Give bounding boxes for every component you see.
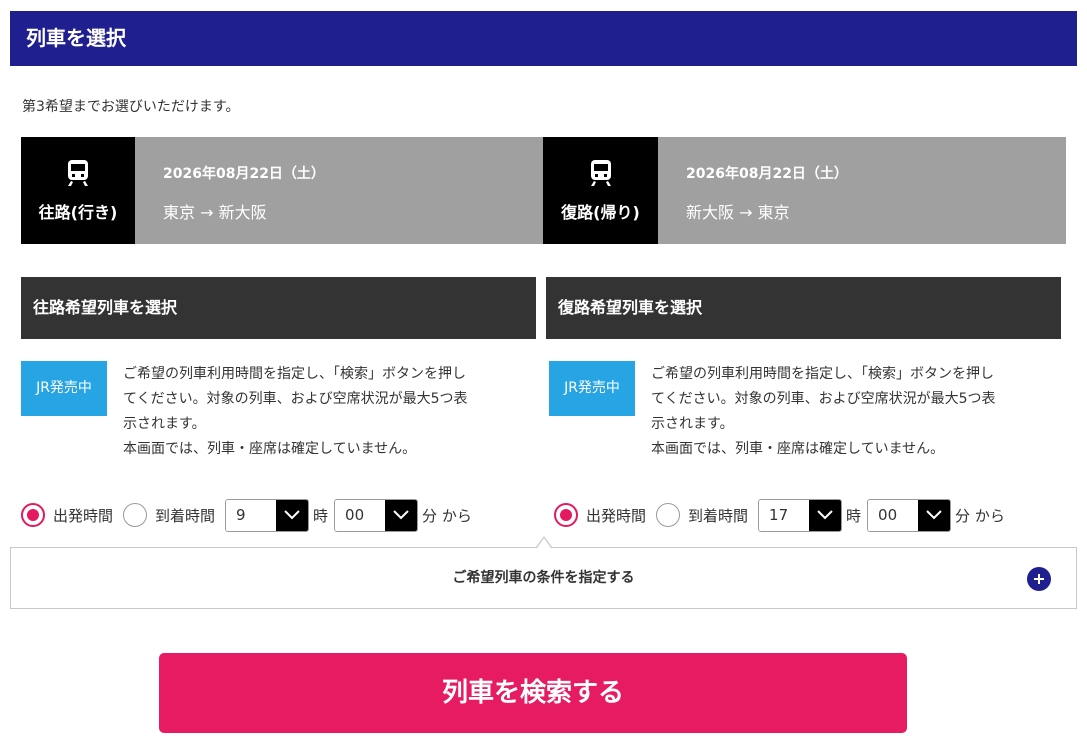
- return-depart-radio[interactable]: [554, 503, 578, 527]
- outbound-minute-value: 00: [335, 499, 386, 531]
- return-section-title: 復路希望列車を選択: [546, 277, 1061, 339]
- outbound-description: ご希望の列車利用時間を指定し、「検索」ボタンを押し てください。対象の列車、およ…: [123, 362, 515, 462]
- outbound-arrive-label[interactable]: 到着時間: [155, 505, 215, 526]
- description-line: 示されます。: [123, 416, 206, 432]
- return-date: 2026年08月22日（土）: [686, 166, 848, 182]
- outbound-route: 東京 → 新大阪: [163, 203, 267, 222]
- outbound-minute-unit: 分 から: [422, 506, 472, 525]
- outbound-section-title: 往路希望列車を選択: [21, 277, 536, 339]
- description-line: てください。対象の列車、および空席状況が最大5つ表: [651, 391, 996, 407]
- outbound-hour-select[interactable]: 9: [225, 498, 310, 532]
- outbound-minute-select[interactable]: 00: [334, 498, 419, 532]
- return-arrive-radio[interactable]: [656, 503, 681, 527]
- outbound-badge-label: 往路(行き): [38, 202, 118, 222]
- return-badge: 復路(帰り): [543, 137, 658, 244]
- train-icon: [589, 159, 613, 191]
- outbound-info: 2026年08月22日（土） 東京 → 新大阪: [135, 137, 543, 244]
- description-line: ご希望の列車利用時間を指定し、「検索」ボタンを押し: [651, 366, 994, 382]
- outbound-time-row: 出発時間 到着時間 9 時 00 分 から: [21, 498, 478, 532]
- return-minute-value: 00: [868, 499, 919, 531]
- notch-indicator-fill: [537, 538, 551, 548]
- outbound-depart-label[interactable]: 出発時間: [53, 505, 113, 526]
- outbound-date: 2026年08月22日（土）: [163, 166, 325, 182]
- search-trains-button[interactable]: 列車を検索する: [159, 653, 907, 733]
- return-minute-select[interactable]: 00: [867, 498, 952, 532]
- outbound-badge: 往路(行き): [21, 137, 135, 244]
- return-hour-select[interactable]: 17: [758, 498, 843, 532]
- return-badge-label: 復路(帰り): [561, 202, 640, 222]
- outbound-hour-unit: 時: [313, 506, 329, 525]
- return-trip-card: 復路(帰り) 2026年08月22日（土） 新大阪 → 東京: [543, 137, 1066, 244]
- return-minute-unit: 分 から: [955, 506, 1005, 525]
- conditions-expander[interactable]: ご希望列車の条件を指定する: [10, 547, 1077, 609]
- chevron-down-icon[interactable]: [918, 499, 951, 531]
- description-line: てください。対象の列車、および空席状況が最大5つ表: [123, 391, 468, 407]
- return-info: 2026年08月22日（土） 新大阪 → 東京: [658, 137, 1066, 244]
- train-icon: [66, 159, 90, 191]
- return-hour-value: 17: [759, 499, 810, 531]
- chevron-down-icon[interactable]: [276, 499, 309, 531]
- return-hour-unit: 時: [846, 506, 862, 525]
- return-time-row: 出発時間 到着時間 17 時 00 分 から: [554, 498, 1011, 532]
- outbound-depart-radio[interactable]: [21, 503, 45, 527]
- return-arrive-label[interactable]: 到着時間: [688, 505, 748, 526]
- return-route: 新大阪 → 東京: [686, 203, 790, 222]
- outbound-trip-card: 往路(行き) 2026年08月22日（土） 東京 → 新大阪: [21, 137, 543, 244]
- return-depart-label[interactable]: 出発時間: [586, 505, 646, 526]
- intro-text: 第3希望までお選びいただけます。: [22, 99, 240, 115]
- outbound-jr-badge: JR発売中: [21, 361, 107, 416]
- description-line: 本画面では、列車・座席は確定していません。: [123, 441, 417, 457]
- page-title: 列車を選択: [10, 11, 1077, 66]
- return-description: ご希望の列車利用時間を指定し、「検索」ボタンを押し てください。対象の列車、およ…: [651, 362, 1043, 462]
- plus-icon[interactable]: [1027, 567, 1051, 591]
- outbound-hour-value: 9: [226, 499, 277, 531]
- conditions-label[interactable]: ご希望列車の条件を指定する: [11, 548, 1076, 608]
- description-line: 本画面では、列車・座席は確定していません。: [651, 441, 945, 457]
- return-jr-badge: JR発売中: [549, 361, 635, 416]
- description-line: 示されます。: [651, 416, 734, 432]
- chevron-down-icon[interactable]: [809, 499, 842, 531]
- description-line: ご希望の列車利用時間を指定し、「検索」ボタンを押し: [123, 366, 466, 382]
- chevron-down-icon[interactable]: [385, 499, 418, 531]
- outbound-arrive-radio[interactable]: [123, 503, 148, 527]
